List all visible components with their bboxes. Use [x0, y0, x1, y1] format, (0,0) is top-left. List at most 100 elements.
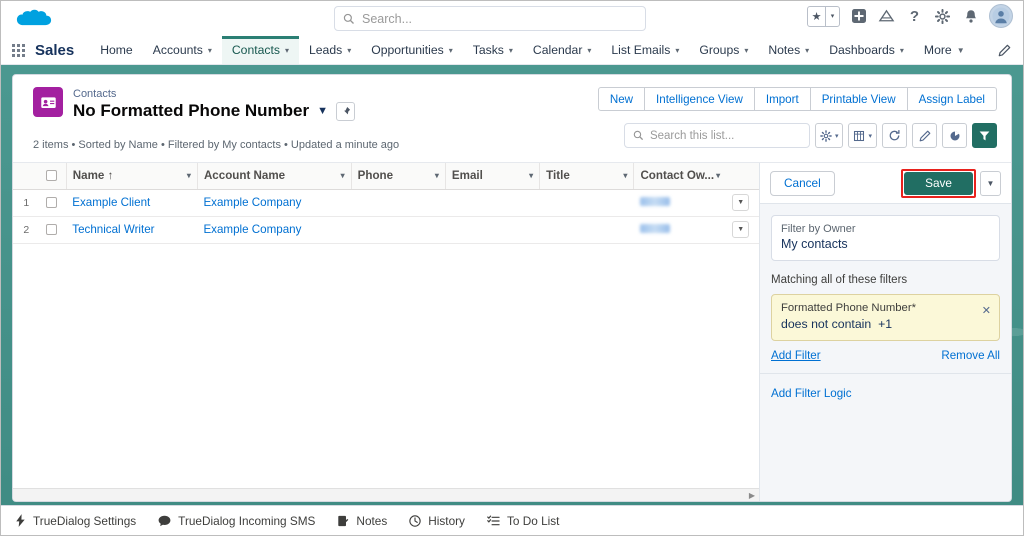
import-button[interactable]: Import [754, 87, 811, 111]
contact-name-link[interactable]: Technical Writer [72, 223, 154, 236]
row-checkbox[interactable] [45, 197, 57, 208]
table-row[interactable]: 2 Technical Writer Example Company ▼ [13, 216, 759, 244]
table-row[interactable]: 1 Example Client Example Company ▼ [13, 189, 759, 217]
global-search-input[interactable]: Search... [334, 6, 646, 31]
row-actions-menu-icon[interactable]: ▼ [732, 194, 750, 211]
chevron-down-icon[interactable]: ▾ [435, 171, 439, 180]
nav-tab-list-emails[interactable]: List Emails ▾ [601, 36, 689, 64]
page-title: No Formatted Phone Number [73, 101, 310, 120]
chevron-down-icon[interactable]: ▾ [347, 46, 351, 55]
chevron-down-icon[interactable]: ▾ [208, 46, 212, 55]
notifications-bell-icon[interactable] [961, 7, 980, 26]
cell-row-actions: ▼ [726, 189, 759, 217]
list-view-card: Contacts No Formatted Phone Number ▼ 2 i… [12, 74, 1012, 502]
printable-view-button[interactable]: Printable View [810, 87, 908, 111]
close-x-icon[interactable]: ✕ [982, 304, 991, 317]
nav-tab-leads[interactable]: Leads ▾ [299, 36, 361, 64]
refresh-button[interactable] [882, 123, 907, 148]
chevron-down-icon[interactable]: ▾ [868, 132, 872, 140]
user-avatar[interactable] [989, 4, 1013, 28]
chevron-down-icon[interactable]: ▾ [675, 46, 679, 55]
nav-tab-calendar[interactable]: Calendar ▾ [523, 36, 601, 64]
nav-tab-home[interactable]: Home [90, 36, 143, 64]
column-header-account-name[interactable]: Account Name ▾ [196, 163, 352, 190]
edit-pencil-button[interactable] [912, 123, 937, 148]
chevron-down-icon[interactable]: ▾ [587, 46, 591, 55]
intelligence-view-button[interactable]: Intelligence View [645, 87, 755, 111]
chevron-down-icon[interactable]: ▾ [285, 46, 289, 55]
chevron-down-icon[interactable]: ▼ [317, 105, 328, 117]
nav-tab-groups[interactable]: Groups ▾ [689, 36, 758, 64]
row-actions-menu-icon[interactable]: ▼ [732, 221, 750, 238]
nav-tab-contacts[interactable]: Contacts ▾ [221, 36, 300, 64]
row-number: 2 [13, 216, 40, 244]
nav-tab-notes[interactable]: Notes ▾ [758, 36, 819, 64]
table-display-button[interactable]: ▾ [848, 123, 877, 148]
nav-tab-opportunities[interactable]: Opportunities ▾ [361, 36, 463, 64]
select-all-header [39, 163, 67, 190]
breadcrumb[interactable]: Contacts [73, 88, 116, 100]
filter-pill[interactable]: Formatted Phone Number* does not contain… [771, 294, 1000, 341]
chevron-down-icon[interactable]: ▾ [805, 46, 809, 55]
app-launcher-waffle-icon[interactable] [1, 36, 35, 64]
pencil-edit-icon[interactable] [986, 36, 1023, 64]
column-header-name[interactable]: Name ↑ ▾ [65, 163, 198, 190]
chevron-down-icon[interactable]: ▾ [341, 171, 345, 180]
utility-item-truedialog-settings[interactable]: TrueDialog Settings [15, 514, 136, 528]
list-settings-gear-button[interactable]: ▾ [814, 123, 844, 148]
charts-button[interactable] [942, 123, 967, 148]
nav-tab-more[interactable]: More ▼ [914, 36, 975, 64]
app-name-label[interactable]: Sales [35, 36, 90, 64]
column-header-email[interactable]: Email ▾ [444, 163, 540, 190]
account-name-link[interactable]: Example Company [203, 196, 301, 209]
chevron-down-icon[interactable]: ▾ [623, 171, 627, 180]
list-view-toolbar: Search this list... ▾ ▾ [623, 123, 997, 148]
nav-tab-accounts[interactable]: Accounts ▾ [143, 36, 222, 64]
contact-name-link[interactable]: Example Client [72, 196, 150, 209]
filter-by-owner-row[interactable]: Filter by Owner My contacts [771, 215, 1000, 261]
add-filter-link[interactable]: Add Filter [771, 349, 821, 362]
save-button[interactable]: Save [904, 171, 973, 195]
utility-bar: TrueDialog Settings TrueDialog Incoming … [1, 505, 1023, 535]
utility-item-notes[interactable]: Notes [337, 514, 387, 528]
add-icon[interactable] [849, 7, 868, 26]
filter-funnel-button[interactable] [972, 123, 997, 148]
horizontal-scrollbar[interactable]: ▶ [13, 488, 759, 501]
chevron-down-icon[interactable]: ▾ [529, 171, 533, 180]
account-name-link[interactable]: Example Company [203, 223, 301, 236]
column-header-title[interactable]: Title ▾ [539, 163, 634, 190]
add-filter-logic-link[interactable]: Add Filter Logic [771, 387, 852, 400]
search-input[interactable]: Search this list... [623, 123, 810, 148]
save-dropdown-button[interactable]: ▼ [980, 170, 1001, 196]
column-header-contact-owner[interactable]: Contact Ow... ▾ [633, 163, 727, 190]
utility-item-truedialog-incoming-sms[interactable]: TrueDialog Incoming SMS [158, 514, 315, 528]
assign-label-button[interactable]: Assign Label [907, 87, 997, 111]
chevron-down-icon[interactable]: ▾ [835, 132, 839, 140]
chevron-down-icon[interactable]: ▾ [716, 171, 720, 180]
chevron-down-icon[interactable]: ▾ [900, 46, 904, 55]
chevron-down-icon[interactable]: ▾ [187, 171, 191, 180]
favorites-button[interactable]: ★ ▾ [807, 5, 840, 27]
select-all-checkbox[interactable] [45, 170, 57, 182]
remove-all-link[interactable]: Remove All [941, 349, 1000, 362]
favorites-star-icon[interactable]: ★ [808, 7, 825, 26]
setup-gear-icon[interactable] [933, 7, 952, 26]
chevron-down-icon[interactable]: ▾ [449, 46, 453, 55]
chevron-down-icon[interactable]: ▼ [957, 46, 965, 55]
salesforce-cloud-logo[interactable] [15, 7, 53, 30]
new-button[interactable]: New [597, 87, 646, 111]
cancel-button[interactable]: Cancel [770, 170, 835, 196]
chevron-down-icon[interactable]: ▾ [744, 46, 748, 55]
help-icon[interactable]: ? [905, 7, 924, 26]
column-header-phone[interactable]: Phone ▾ [350, 163, 446, 190]
utility-item-to-do-list[interactable]: To Do List [487, 514, 559, 528]
scroll-right-arrow-icon[interactable]: ▶ [749, 491, 755, 500]
nav-tab-dashboards[interactable]: Dashboards ▾ [819, 36, 914, 64]
utility-item-history[interactable]: History [409, 514, 465, 528]
pin-icon[interactable] [336, 101, 356, 121]
app-launcher-cloud-icon[interactable] [877, 7, 896, 26]
nav-tab-tasks[interactable]: Tasks ▾ [463, 36, 523, 64]
row-checkbox[interactable] [45, 224, 57, 235]
favorites-dropdown-icon[interactable]: ▾ [825, 6, 839, 26]
chevron-down-icon[interactable]: ▾ [509, 46, 513, 55]
